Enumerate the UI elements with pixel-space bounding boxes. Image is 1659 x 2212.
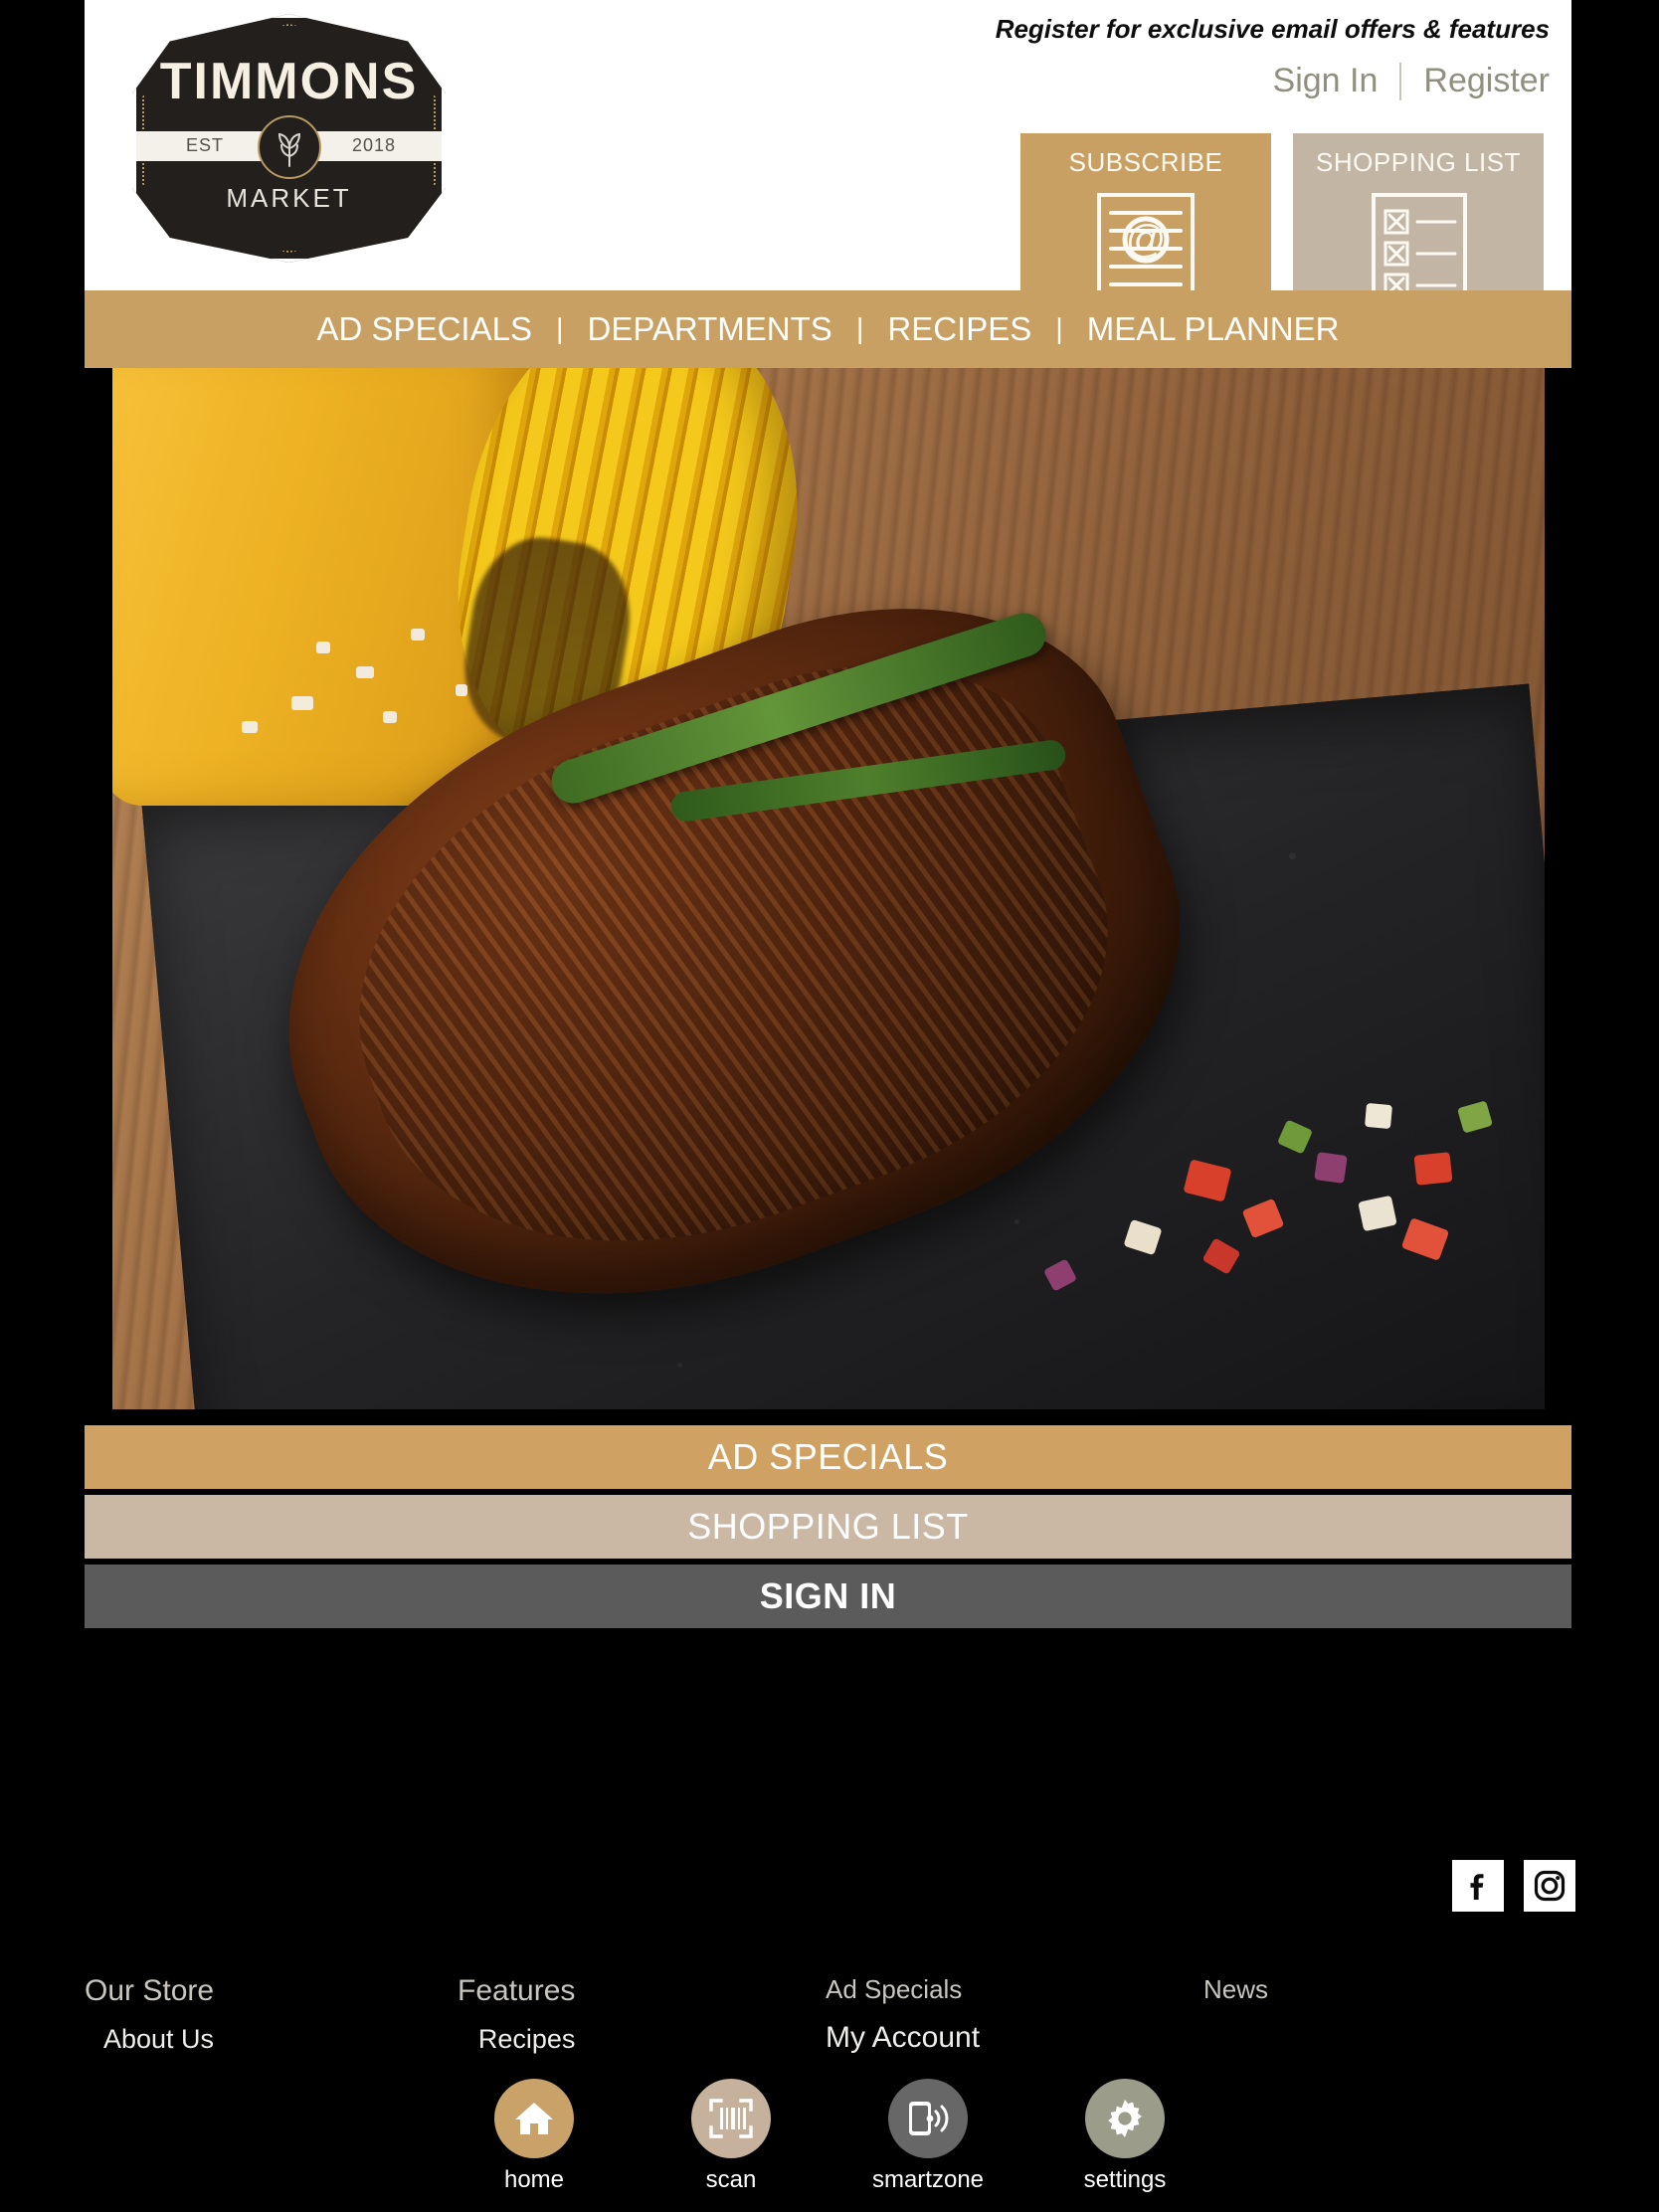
register-link[interactable]: Register: [1423, 62, 1550, 100]
app-page: TIMMONS EST 2018 MARKET Register for exc…: [0, 0, 1659, 2212]
hero-salt-fleck: [356, 666, 374, 678]
header-tagline: Register for exclusive email offers & fe…: [995, 14, 1550, 44]
gear-icon: [1085, 2079, 1165, 2158]
footer-link-features[interactable]: Features: [458, 1974, 575, 2008]
hero-salsa-onion: [1365, 1102, 1392, 1130]
nav-separator: |: [555, 312, 564, 345]
primary-action-buttons: AD SPECIALS SHOPPING LIST SIGN IN: [85, 1425, 1571, 1628]
phone-signal-icon: [888, 2079, 968, 2158]
hero-salt-fleck: [316, 642, 330, 653]
logo-brand-name: TIMMONS: [159, 53, 419, 110]
nav-item-recipes[interactable]: RECIPES: [863, 310, 1055, 348]
shopping-list-tile-label: SHOPPING LIST: [1316, 147, 1521, 177]
nav-separator: |: [855, 312, 864, 345]
nav-item-meal-planner[interactable]: MEAL PLANNER: [1063, 310, 1364, 348]
site-header: TIMMONS EST 2018 MARKET Register for exc…: [85, 0, 1571, 290]
wheat-sheaf-icon: [257, 115, 321, 179]
email-newsletter-icon: @: [1085, 191, 1206, 290]
subscribe-tile[interactable]: SUBSCRIBE @: [1020, 133, 1271, 290]
footer-column-ad-specials: Ad Specials My Account: [826, 1974, 980, 2055]
nav-item-departments[interactable]: DEPARTMENTS: [564, 310, 856, 348]
logo-est-year: 2018: [351, 135, 396, 155]
footer-column-features: Features Recipes: [458, 1974, 575, 2055]
hero-salsa-tomato: [1413, 1152, 1453, 1186]
nav-separator: |: [1055, 312, 1063, 345]
svg-text:@: @: [1126, 218, 1167, 262]
main-navigation: AD SPECIALS | DEPARTMENTS | RECIPES | ME…: [85, 290, 1571, 368]
hero-salt-fleck: [411, 629, 425, 641]
footer-link-recipes[interactable]: Recipes: [458, 2024, 576, 2055]
checklist-icon: [1358, 191, 1479, 290]
instagram-icon[interactable]: [1524, 1860, 1575, 1912]
tab-home-label: home: [503, 2166, 565, 2193]
bottom-tab-bar: home scan smartzone settings: [0, 2073, 1659, 2212]
footer-link-news[interactable]: News: [1203, 1974, 1268, 2005]
footer-link-ad-specials[interactable]: Ad Specials: [826, 1974, 980, 2005]
footer-column-news: News: [1203, 1974, 1268, 2005]
nav-item-ad-specials[interactable]: AD SPECIALS: [293, 310, 556, 348]
barcode-scan-icon: [691, 2079, 771, 2158]
tab-smartzone[interactable]: smartzone: [858, 2079, 998, 2194]
tab-scan-label: scan: [705, 2166, 757, 2193]
hero-salsa-onion: [1314, 1152, 1348, 1184]
footer-column-our-store: Our Store About Us: [85, 1974, 214, 2055]
footer-link-about-us[interactable]: About Us: [85, 2024, 214, 2055]
facebook-icon[interactable]: [1452, 1860, 1504, 1912]
auth-divider: [1399, 62, 1402, 100]
logo-est-label: EST: [186, 135, 225, 155]
promo-tiles: SUBSCRIBE @ SHOPPING LIST: [1020, 133, 1544, 290]
ad-specials-button[interactable]: AD SPECIALS: [85, 1425, 1571, 1489]
subscribe-tile-label: SUBSCRIBE: [1068, 147, 1223, 177]
auth-links: Sign In Register: [1273, 62, 1550, 100]
shopping-list-button[interactable]: SHOPPING LIST: [85, 1495, 1571, 1559]
sign-in-button[interactable]: SIGN IN: [85, 1565, 1571, 1628]
tab-settings[interactable]: settings: [1055, 2079, 1195, 2194]
social-links: [1452, 1860, 1575, 1912]
hero-salt-fleck: [291, 696, 313, 710]
hero-salt-fleck: [456, 684, 467, 696]
footer-link-my-account[interactable]: My Account: [826, 2021, 980, 2055]
footer-links: Our Store About Us Features Recipes Ad S…: [85, 1974, 1571, 2074]
shopping-list-tile[interactable]: SHOPPING LIST: [1293, 133, 1544, 290]
tab-settings-label: settings: [1083, 2166, 1167, 2193]
home-icon: [494, 2079, 574, 2158]
logo-sub-name: MARKET: [226, 183, 352, 213]
hero-salt-fleck: [383, 711, 397, 723]
tab-home[interactable]: home: [464, 2079, 604, 2194]
sign-in-link[interactable]: Sign In: [1273, 62, 1379, 100]
hero-image[interactable]: [112, 368, 1545, 1409]
footer-link-our-store[interactable]: Our Store: [85, 1974, 214, 2008]
header-region: TIMMONS EST 2018 MARKET Register for exc…: [85, 0, 1571, 290]
tab-smartzone-label: smartzone: [871, 2166, 985, 2193]
brand-logo[interactable]: TIMMONS EST 2018 MARKET: [132, 14, 446, 273]
hero-salt-fleck: [242, 721, 258, 733]
tab-scan[interactable]: scan: [661, 2079, 801, 2194]
